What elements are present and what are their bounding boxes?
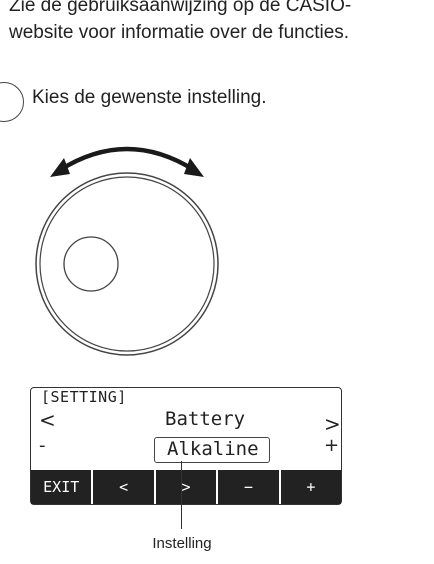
softkey-next[interactable]: > xyxy=(156,470,219,504)
right-arrow-icon: > xyxy=(324,412,341,436)
lcd-value: Alkaline xyxy=(167,438,259,460)
left-arrow-icon: < xyxy=(39,408,56,432)
softkey-bar: EXIT < > − + xyxy=(31,470,341,504)
softkey-previous[interactable]: < xyxy=(93,470,156,504)
softkey-minus[interactable]: − xyxy=(218,470,281,504)
dial-icon xyxy=(35,172,219,356)
dial-illustration xyxy=(35,146,219,356)
softkey-exit[interactable]: EXIT xyxy=(31,470,94,504)
callout-line xyxy=(181,461,183,529)
callout-label: Instelling xyxy=(152,535,212,552)
lcd-title: [SETTING] xyxy=(41,388,127,406)
plus-icon: + xyxy=(324,435,340,456)
minus-icon: - xyxy=(39,435,46,456)
lcd-display: [SETTING] < Battery > - Alkaline + EXIT … xyxy=(30,387,342,505)
lcd-parameter: Battery xyxy=(165,408,246,430)
softkey-plus[interactable]: + xyxy=(281,470,341,504)
